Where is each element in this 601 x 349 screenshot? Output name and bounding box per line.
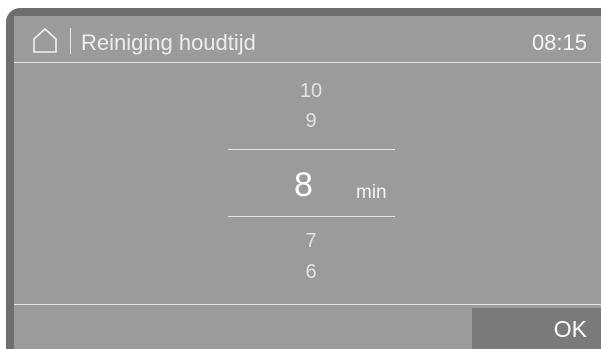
device-frame: Reiniging houdtijd 08:15 10 9 8 min 7 6 … <box>0 0 601 349</box>
header-separator <box>14 62 601 63</box>
selection-line-bottom <box>228 216 395 217</box>
page-title: Reiniging houdtijd <box>81 30 256 55</box>
picker-value-above-1[interactable]: 9 <box>261 110 361 133</box>
header-bar: Reiniging houdtijd 08:15 <box>14 16 601 62</box>
display-screen: Reiniging houdtijd 08:15 10 9 8 min 7 6 … <box>14 16 601 349</box>
footer-separator <box>14 304 601 305</box>
ok-button[interactable]: OK <box>472 308 601 349</box>
picker-selected-value[interactable]: 8 <box>294 166 313 205</box>
clock-time: 08:15 <box>531 30 587 55</box>
ok-button-label: OK <box>553 316 587 342</box>
picker-value-below-1[interactable]: 7 <box>261 230 361 253</box>
picker-value-above-2[interactable]: 10 <box>261 80 361 103</box>
selection-line-top <box>228 149 395 150</box>
header-divider <box>70 28 71 54</box>
picker-unit-label: min <box>356 182 387 203</box>
footer-empty-area <box>14 308 470 349</box>
home-icon[interactable] <box>32 27 58 53</box>
picker-value-below-2[interactable]: 6 <box>261 261 361 284</box>
